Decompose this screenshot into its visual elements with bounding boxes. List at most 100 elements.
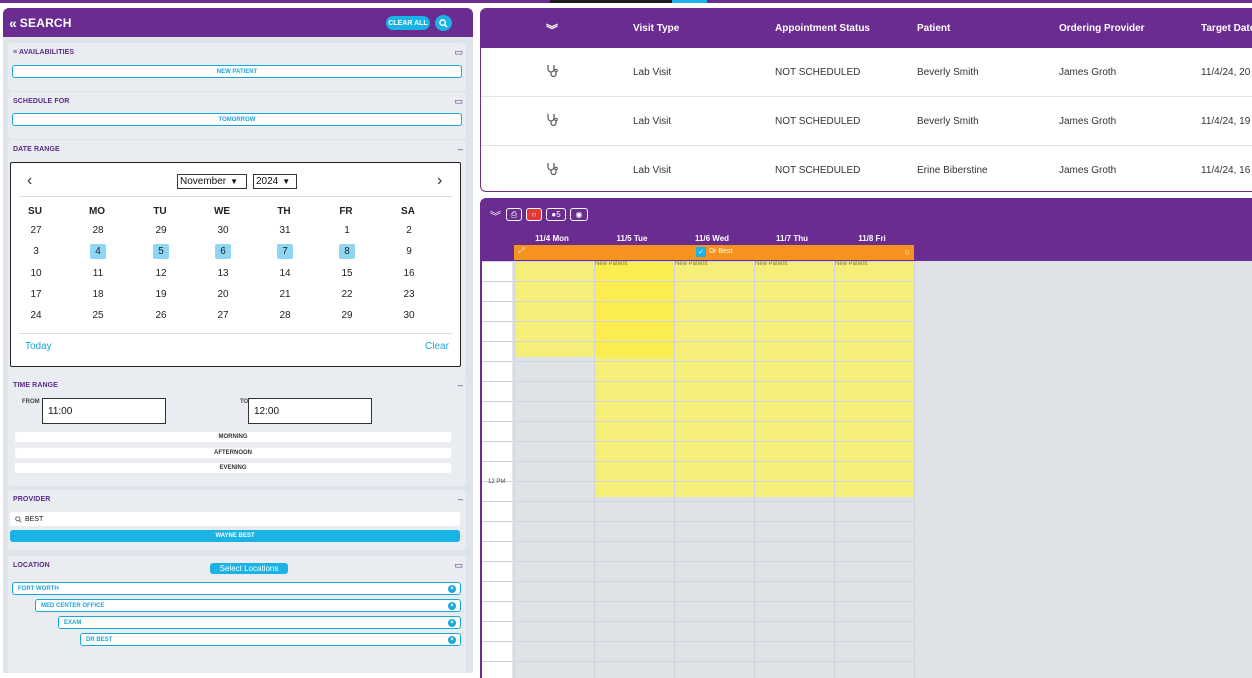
to-time-input[interactable]: 12:00 (248, 398, 372, 424)
calendar-day[interactable]: 28 (277, 308, 293, 323)
view-button[interactable]: ◉ (570, 208, 588, 221)
calendar-day[interactable]: 27 (28, 223, 44, 238)
calendar-day[interactable]: 13 (215, 266, 231, 281)
calendar-day[interactable]: 29 (153, 223, 169, 238)
clear-link[interactable]: Clear (425, 341, 449, 352)
collapse-dash-icon[interactable]: – (458, 144, 463, 154)
row-line (514, 361, 914, 362)
calendar-day[interactable]: 21 (277, 287, 293, 302)
col-ordering-provider[interactable]: Ordering Provider (1059, 23, 1145, 34)
today-link[interactable]: Today (25, 341, 52, 352)
calendar-day[interactable]: 7 (277, 244, 293, 259)
calendar-day[interactable]: 2 (401, 223, 417, 238)
calendar-day[interactable]: 29 (339, 308, 355, 323)
remove-icon[interactable]: × (448, 585, 456, 593)
year-select[interactable]: 2024 ▼ (253, 174, 297, 189)
day-header-thu[interactable]: 11/7 Thu (752, 234, 832, 243)
provider-search-input[interactable]: BEST (10, 512, 460, 526)
calendar-day[interactable]: 30 (215, 223, 231, 238)
calendar-day[interactable]: 27 (215, 308, 231, 323)
location-item-fort-worth[interactable]: FORT WORTH × (12, 582, 461, 595)
calendar-day[interactable]: 18 (90, 287, 106, 302)
day-header-tue[interactable]: 11/5 Tue (592, 234, 672, 243)
circle-icon[interactable]: ○ (905, 247, 910, 257)
checkbox-checked-icon[interactable]: ✓ (696, 247, 706, 257)
from-time-input[interactable]: 11:00 (42, 398, 166, 424)
col-patient[interactable]: Patient (917, 23, 950, 34)
evening-button[interactable]: EVENING (14, 462, 452, 474)
afternoon-button[interactable]: AFTERNOON (14, 447, 452, 459)
calendar-day[interactable]: 24 (28, 308, 44, 323)
search-button[interactable] (435, 15, 452, 31)
calendar-day[interactable]: 5 (153, 244, 169, 259)
panel-toggle-icon[interactable]: ▭ (454, 47, 463, 58)
calendar-day[interactable]: 16 (401, 266, 417, 281)
table-row[interactable]: Lab Visit NOT SCHEDULED Beverly Smith Ja… (481, 48, 1252, 97)
remove-icon[interactable]: × (448, 602, 456, 610)
calendar-day[interactable]: 25 (90, 308, 106, 323)
expand-chevrons-icon[interactable]: ︾ (546, 21, 558, 38)
calendar-day[interactable]: 10 (28, 266, 44, 281)
eye-icon: ◉ (575, 210, 583, 219)
remove-icon[interactable]: × (448, 619, 456, 627)
calendar-day[interactable]: 28 (90, 223, 106, 238)
calendar-day[interactable]: 22 (339, 287, 355, 302)
stop-button[interactable]: ○ (526, 208, 542, 221)
calendar-day[interactable]: 1 (339, 223, 355, 238)
calendar-day[interactable]: 17 (28, 287, 44, 302)
location-item-med-center[interactable]: MED CENTER OFFICE × (35, 599, 461, 612)
panel-toggle-icon[interactable]: ▭ (454, 96, 463, 107)
remove-icon[interactable]: × (448, 636, 456, 644)
day-header-wed[interactable]: 11/6 Wed (672, 234, 752, 243)
cell-visit-type: Lab Visit (633, 67, 672, 78)
clear-all-button[interactable]: CLEAR ALL (386, 16, 430, 30)
panel-toggle-icon[interactable]: ▭ (454, 560, 463, 571)
expand-chevrons-icon[interactable]: ︾ (490, 208, 501, 224)
calendar-day[interactable]: 3 (28, 244, 44, 259)
schedule-grid[interactable] (482, 261, 1252, 678)
calendar-day[interactable]: 19 (153, 287, 169, 302)
col-appointment-status[interactable]: Appointment Status (775, 23, 870, 34)
calendar-day[interactable]: 12 (153, 266, 169, 281)
calendar-day[interactable]: 30 (401, 308, 417, 323)
calendar-day[interactable]: 20 (215, 287, 231, 302)
expand-arrows-icon[interactable]: ⤢ (518, 246, 524, 256)
availability-block[interactable] (514, 261, 594, 357)
col-visit-type[interactable]: Visit Type (633, 23, 679, 34)
tomorrow-button[interactable]: TOMORROW (12, 113, 462, 126)
gutter-line (482, 381, 512, 382)
calendar-day[interactable]: 23 (401, 287, 417, 302)
calendar-day[interactable]: 15 (339, 266, 355, 281)
resource-header-dr-best[interactable]: ⤢ ✓ Dr Best ○ (514, 245, 914, 260)
calendar-day[interactable]: 26 (153, 308, 169, 323)
day-header-fri[interactable]: 11/8 Fri (832, 234, 912, 243)
prev-month-icon[interactable]: ‹ (27, 172, 32, 190)
print-button[interactable]: ⎙ (506, 208, 522, 221)
calendar-day[interactable]: 11 (90, 266, 106, 281)
calendar-day[interactable]: 14 (277, 266, 293, 281)
location-item-dr-best[interactable]: DR BEST × (80, 633, 461, 646)
select-locations-button[interactable]: Select Locations (210, 563, 288, 574)
calendar-day[interactable]: 9 (401, 244, 417, 259)
availability-block[interactable] (674, 261, 914, 357)
location-item-exam[interactable]: EXAM × (58, 616, 461, 629)
calendar-day[interactable]: 8 (339, 244, 355, 259)
collapse-dash-icon[interactable]: – (458, 380, 463, 390)
calendar-day[interactable]: 4 (90, 244, 106, 259)
alerts-button[interactable]: ● 5 (546, 208, 566, 221)
next-month-icon[interactable]: › (437, 172, 442, 190)
availabilities-title: ≡ AVAILABILITIES (13, 49, 75, 56)
selected-provider-button[interactable]: WAYNE BEST (10, 530, 460, 542)
new-patient-button[interactable]: NEW PATIENT (12, 65, 462, 78)
col-target-date[interactable]: Target Date (1201, 23, 1252, 34)
availability-block[interactable] (594, 261, 674, 357)
collapse-dash-icon[interactable]: – (458, 494, 463, 504)
month-select[interactable]: November ▼ (177, 174, 247, 189)
day-header-mon[interactable]: 11/4 Mon (512, 234, 592, 243)
table-row[interactable]: Lab Visit NOT SCHEDULED Beverly Smith Ja… (481, 97, 1252, 146)
morning-button[interactable]: MORNING (14, 431, 452, 443)
calendar-day[interactable]: 6 (215, 244, 231, 259)
collapse-chevrons-icon[interactable]: « (9, 15, 17, 31)
table-row[interactable]: Lab Visit NOT SCHEDULED Erine Biberstine… (481, 146, 1252, 191)
calendar-day[interactable]: 31 (277, 223, 293, 238)
